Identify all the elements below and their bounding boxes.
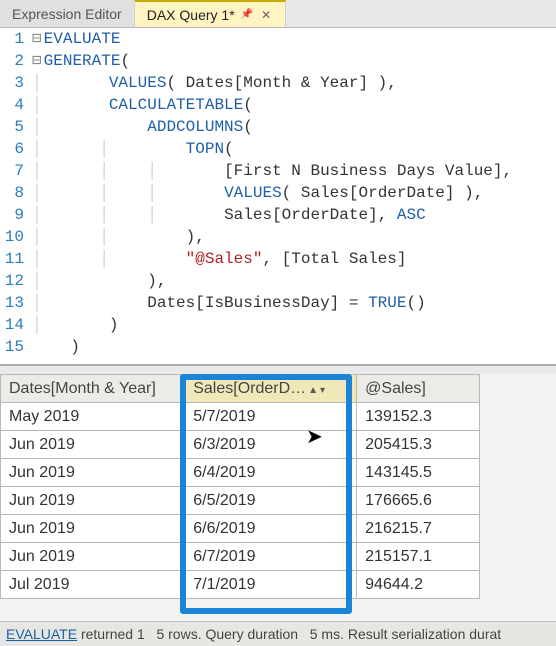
line-number: 3: [0, 72, 32, 94]
status-link[interactable]: EVALUATE: [6, 626, 77, 642]
code-token: TRUE: [368, 294, 406, 312]
code-token: ( Sales[OrderDate] ),: [282, 184, 484, 202]
code-token: Dates[IsBusinessDay] =: [147, 294, 368, 312]
line-number: 4: [0, 94, 32, 116]
cell-sales: 143145.5: [357, 459, 480, 487]
code-token: ADDCOLUMNS: [147, 118, 243, 136]
table-row[interactable]: Jun 20196/6/2019216215.7: [1, 515, 480, 543]
cell-month-year: Jun 2019: [1, 459, 185, 487]
header-label: Dates[Month & Year]: [9, 380, 156, 397]
cell-month-year: May 2019: [1, 403, 185, 431]
close-icon[interactable]: ✕: [259, 8, 273, 22]
code-token: (: [120, 52, 130, 70]
table-row[interactable]: Jun 20196/4/2019143145.5: [1, 459, 480, 487]
code-token: ( Dates[Month & Year] ),: [166, 74, 396, 92]
status-text: returned 1: [77, 626, 145, 642]
header-label: @Sales]: [365, 380, 426, 397]
tab-strip: Expression Editor DAX Query 1* 📌 ✕: [0, 0, 556, 28]
table-row[interactable]: May 20195/7/2019139152.3: [1, 403, 480, 431]
tab-expression-editor[interactable]: Expression Editor: [0, 0, 135, 27]
code-token: ): [70, 338, 80, 356]
header-label: Sales[OrderD…: [193, 380, 306, 397]
line-number: 1: [0, 28, 32, 50]
line-number: 10: [0, 226, 32, 248]
column-header-sales[interactable]: @Sales]: [357, 375, 480, 403]
cell-orderdate: 6/6/2019: [185, 515, 357, 543]
code-token: (: [243, 118, 253, 136]
code-token: ): [109, 316, 119, 334]
cell-orderdate: 6/5/2019: [185, 487, 357, 515]
line-number: 11: [0, 248, 32, 270]
code-token: VALUES: [224, 184, 282, 202]
cell-sales: 215157.1: [357, 543, 480, 571]
table-row[interactable]: Jul 20197/1/201994644.2: [1, 571, 480, 599]
code-token: [First N Business Days Value],: [224, 162, 512, 180]
tab-label: Expression Editor: [12, 6, 122, 22]
cell-sales: 205415.3: [357, 431, 480, 459]
line-number: 5: [0, 116, 32, 138]
cell-month-year: Jun 2019: [1, 487, 185, 515]
table-row[interactable]: Jun 20196/5/2019176665.6: [1, 487, 480, 515]
status-text: 5 rows. Query duration: [156, 626, 298, 642]
cell-orderdate: 5/7/2019: [185, 403, 357, 431]
code-token: (: [243, 96, 253, 114]
cell-month-year: Jul 2019: [1, 571, 185, 599]
cell-sales: 139152.3: [357, 403, 480, 431]
filter-icon[interactable]: ▾: [320, 385, 325, 396]
cell-orderdate: 6/4/2019: [185, 459, 357, 487]
status-bar: EVALUATE returned 1 5 rows. Query durati…: [0, 621, 556, 646]
table-row[interactable]: Jun 20196/7/2019215157.1: [1, 543, 480, 571]
code-token: VALUES: [109, 74, 167, 92]
results-grid: Dates[Month & Year] Sales[OrderD…▲▾ @Sal…: [0, 374, 480, 599]
code-token: Sales[OrderDate],: [224, 206, 397, 224]
cell-month-year: Jun 2019: [1, 515, 185, 543]
splitter[interactable]: [0, 364, 556, 374]
line-number: 13: [0, 292, 32, 314]
cell-sales: 176665.6: [357, 487, 480, 515]
line-number: 14: [0, 314, 32, 336]
line-number: 2: [0, 50, 32, 72]
code-token: GENERATE: [44, 52, 121, 70]
code-token: EVALUATE: [44, 30, 121, 48]
code-editor[interactable]: 1⊟EVALUATE 2⊟GENERATE( 3│ VALUES( Dates[…: [0, 28, 556, 364]
code-token: , [Total Sales]: [262, 250, 406, 268]
code-token: (): [406, 294, 425, 312]
code-token: ),: [186, 228, 205, 246]
line-number: 6: [0, 138, 32, 160]
cell-orderdate: 7/1/2019: [185, 571, 357, 599]
cell-month-year: Jun 2019: [1, 543, 185, 571]
cell-orderdate: 6/7/2019: [185, 543, 357, 571]
line-number: 7: [0, 160, 32, 182]
tab-dax-query[interactable]: DAX Query 1* 📌 ✕: [135, 0, 286, 27]
cell-month-year: Jun 2019: [1, 431, 185, 459]
column-header-orderdate[interactable]: Sales[OrderD…▲▾: [185, 375, 357, 403]
status-text: 5 ms. Result serialization durat: [310, 626, 501, 642]
code-token: ),: [147, 272, 166, 290]
code-token: (: [224, 140, 234, 158]
sort-asc-icon: ▲: [308, 385, 318, 396]
line-number: 12: [0, 270, 32, 292]
column-header-month-year[interactable]: Dates[Month & Year]: [1, 375, 185, 403]
code-token: "@Sales": [186, 250, 263, 268]
code-token: ASC: [397, 206, 426, 224]
code-token: TOPN: [186, 140, 224, 158]
cell-orderdate: 6/3/2019: [185, 431, 357, 459]
code-token: CALCULATETABLE: [109, 96, 243, 114]
results-panel: Dates[Month & Year] Sales[OrderD…▲▾ @Sal…: [0, 374, 556, 621]
cell-sales: 94644.2: [357, 571, 480, 599]
line-number: 15: [0, 336, 32, 358]
line-number: 9: [0, 204, 32, 226]
tab-label: DAX Query 1*: [147, 7, 235, 23]
table-row[interactable]: Jun 20196/3/2019205415.3: [1, 431, 480, 459]
line-number: 8: [0, 182, 32, 204]
pin-icon[interactable]: 📌: [241, 9, 253, 20]
cell-sales: 216215.7: [357, 515, 480, 543]
